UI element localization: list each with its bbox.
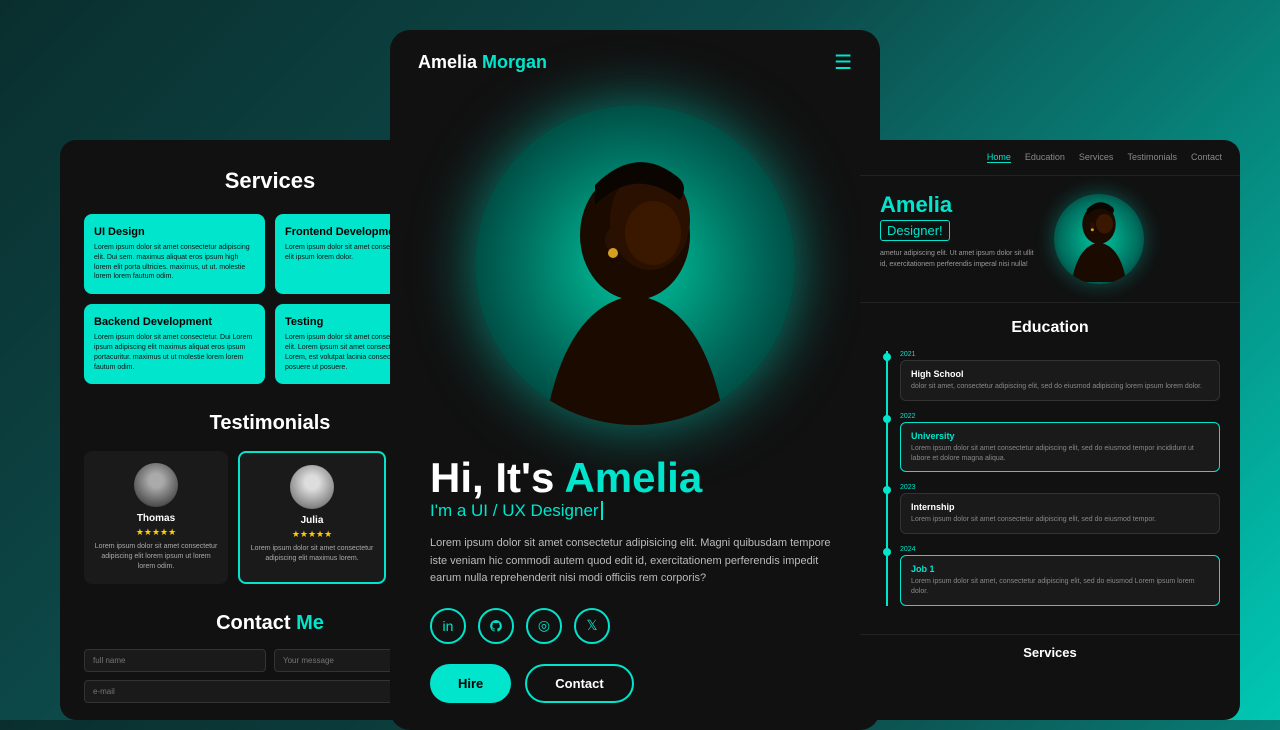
tl-card-internship: Internship Lorem ipsum dolor sit amet co…: [900, 493, 1220, 534]
instagram-icon[interactable]: ◎: [526, 608, 562, 644]
tl-card-job1: Job 1 Lorem ipsum dolor sit amet, consec…: [900, 555, 1220, 606]
brand-name: Amelia Morgan: [418, 52, 547, 73]
services-bottom: Services: [860, 634, 1240, 678]
tl-year-1: 2021: [900, 351, 1220, 358]
center-panel: Amelia Morgan ☰ Hi, It's Amelia I'm a UI…: [390, 30, 880, 730]
timeline-dot-2: [883, 415, 891, 423]
service-card-ui: UI Design Lorem ipsum dolor sit amet con…: [84, 214, 265, 294]
service-card-ui-desc: Lorem ipsum dolor sit amet consectetur a…: [94, 243, 255, 282]
contact-button[interactable]: Contact: [525, 664, 633, 703]
tl-highschool-desc: dolor sit amet, consectetur adipiscing e…: [911, 382, 1209, 392]
linkedin-icon[interactable]: in: [430, 608, 466, 644]
tl-university-desc: Lorem ipsum dolor sit amet consectetur a…: [911, 444, 1209, 464]
twitter-icon[interactable]: 𝕏: [574, 608, 610, 644]
github-icon[interactable]: [478, 608, 514, 644]
tl-highschool-title: High School: [911, 369, 1209, 379]
hero-content: Hi, It's Amelia I'm a UI / UX Designer L…: [390, 425, 880, 723]
timeline-dot-3: [883, 486, 891, 494]
nav-services[interactable]: Services: [1079, 152, 1114, 163]
service-card-backend-desc: Lorem ipsum dolor sit amet consectetur. …: [94, 333, 255, 372]
timeline-internship: 2023 Internship Lorem ipsum dolor sit am…: [900, 484, 1220, 534]
tl-university-title: University: [911, 431, 1209, 441]
education-title: Education: [880, 319, 1220, 337]
right-hero-desc: ametur adipiscing elit. Ut amet ipsum do…: [880, 249, 1040, 270]
tl-year-2: 2022: [900, 413, 1220, 420]
action-buttons: Hire Contact: [430, 664, 840, 703]
tl-job1-title: Job 1: [911, 564, 1209, 574]
nav-contact[interactable]: Contact: [1191, 152, 1222, 163]
tl-job1-desc: Lorem ipsum dolor sit amet, consectetur …: [911, 577, 1209, 597]
hero-description: Lorem ipsum dolor sit amet consectetur a…: [430, 535, 840, 588]
hi-text: Hi, It's Amelia: [430, 455, 840, 501]
testimonial-julia-text: Lorem ipsum dolor sit amet consectetur a…: [250, 544, 374, 564]
right-hero: Amelia Designer! ametur adipiscing elit.…: [860, 176, 1240, 303]
service-card-backend-title: Backend Development: [94, 316, 255, 328]
testimonial-julia-name: Julia: [301, 515, 324, 526]
timeline-highschool: 2021 High School dolor sit amet, consect…: [900, 351, 1220, 401]
right-hero-role: Designer!: [880, 220, 950, 241]
testimonial-julia-stars: ★★★★★: [292, 529, 332, 540]
nav-home[interactable]: Home: [987, 152, 1011, 163]
hero-silhouette: [505, 145, 765, 425]
timeline-dot-1: [883, 353, 891, 361]
tl-card-highschool: High School dolor sit amet, consectetur …: [900, 360, 1220, 401]
testimonial-thomas-stars: ★★★★★: [136, 527, 176, 538]
testimonial-thomas-name: Thomas: [137, 513, 175, 524]
tl-card-university: University Lorem ipsum dolor sit amet co…: [900, 422, 1220, 473]
timeline-dot-4: [883, 548, 891, 556]
subtitle: I'm a UI / UX Designer: [430, 501, 840, 521]
timeline-university: 2022 University Lorem ipsum dolor sit am…: [900, 413, 1220, 473]
avatar-thomas: [134, 463, 178, 507]
testimonial-julia: Julia ★★★★★ Lorem ipsum dolor sit amet c…: [238, 451, 386, 583]
right-hero-text: Amelia Designer! ametur adipiscing elit.…: [880, 194, 1040, 270]
tl-year-4: 2024: [900, 546, 1220, 553]
right-hero-avatar: [1054, 194, 1144, 284]
education-timeline: 2021 High School dolor sit amet, consect…: [880, 351, 1220, 606]
service-card-ui-title: UI Design: [94, 226, 255, 238]
right-nav: Home Education Services Testimonials Con…: [860, 140, 1240, 176]
tl-internship-title: Internship: [911, 502, 1209, 512]
services-bottom-title: Services: [880, 645, 1220, 660]
right-panel: Home Education Services Testimonials Con…: [860, 140, 1240, 720]
timeline-job1: 2024 Job 1 Lorem ipsum dolor sit amet, c…: [900, 546, 1220, 606]
testimonial-thomas: Thomas ★★★★★ Lorem ipsum dolor sit amet …: [84, 451, 228, 583]
hero-circle: [475, 105, 795, 425]
hamburger-icon[interactable]: ☰: [834, 50, 852, 75]
education-section: Education 2021 High School dolor sit ame…: [860, 303, 1240, 634]
full-name-input[interactable]: [84, 649, 266, 672]
social-icons: in ◎ 𝕏: [430, 608, 840, 644]
nav-testimonials[interactable]: Testimonials: [1127, 152, 1177, 163]
tl-year-3: 2023: [900, 484, 1220, 491]
service-card-backend: Backend Development Lorem ipsum dolor si…: [84, 304, 265, 384]
tl-internship-desc: Lorem ipsum dolor sit amet consectetur a…: [911, 515, 1209, 525]
testimonial-thomas-text: Lorem ipsum dolor sit amet consectetur a…: [94, 542, 218, 571]
hire-button[interactable]: Hire: [430, 664, 511, 703]
avatar-julia: [290, 465, 334, 509]
nav-education[interactable]: Education: [1025, 152, 1065, 163]
center-header: Amelia Morgan ☰: [390, 30, 880, 95]
right-hero-name: Amelia: [880, 194, 1040, 216]
